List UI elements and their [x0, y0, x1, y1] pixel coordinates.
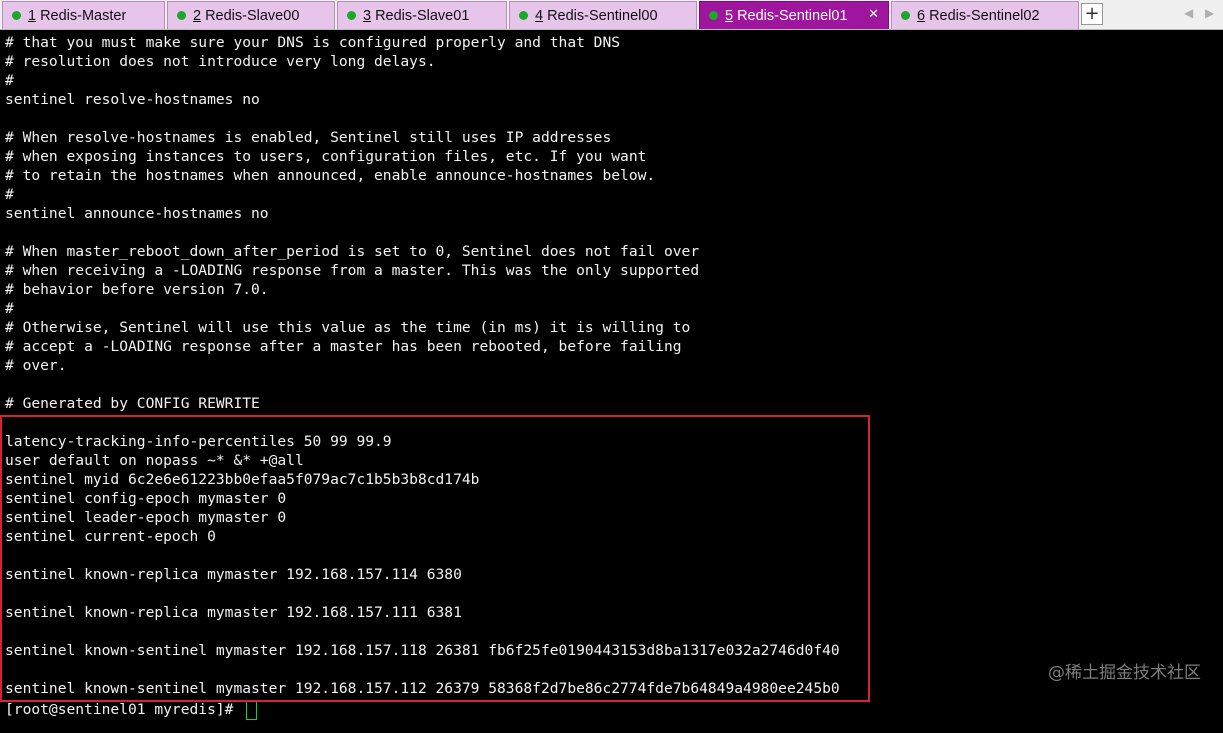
- tab-number: 5: [725, 7, 734, 24]
- terminal-line: #: [5, 72, 14, 89]
- terminal-line: # Otherwise, Sentinel will use this valu…: [5, 319, 691, 336]
- tab-redis-sentinel01[interactable]: 5 Redis-Sentinel01 ✕: [699, 1, 889, 29]
- new-tab-button[interactable]: +: [1081, 3, 1103, 25]
- tab-number: 3: [363, 7, 372, 24]
- tab-title: Redis-Sentinel01: [737, 7, 848, 24]
- terminal-line: #: [5, 186, 14, 203]
- highlight-annotation: [0, 415, 870, 702]
- terminal-line: # When master_reboot_down_after_period i…: [5, 243, 700, 260]
- connected-status-icon: [12, 11, 21, 20]
- terminal-line: # over.: [5, 357, 67, 374]
- connected-status-icon: [901, 11, 910, 20]
- tab-title: Redis-Slave01: [375, 7, 470, 24]
- tab-redis-sentinel02[interactable]: 6 Redis-Sentinel02: [891, 1, 1079, 29]
- tab-number: 2: [193, 7, 202, 24]
- terminal-line: # resolution does not introduce very lon…: [5, 53, 436, 70]
- terminal-line: # when receiving a -LOADING response fro…: [5, 262, 700, 279]
- tab-title: Redis-Sentinel02: [929, 7, 1040, 24]
- connected-status-icon: [519, 11, 528, 20]
- terminal-line: #: [5, 300, 14, 317]
- close-tab-icon[interactable]: ✕: [868, 6, 879, 22]
- scroll-tabs-right-icon[interactable]: ▶: [1205, 6, 1214, 20]
- shell-prompt: [root@sentinel01 myredis]#: [5, 701, 243, 718]
- terminal-line: # Generated by CONFIG REWRITE: [5, 395, 260, 412]
- watermark: @稀土掘金技术社区: [1048, 663, 1201, 683]
- connected-status-icon: [347, 11, 356, 20]
- tab-number: 6: [917, 7, 926, 24]
- terminal-line: # that you must make sure your DNS is co…: [5, 34, 621, 51]
- scroll-tabs-left-icon[interactable]: ◀: [1184, 6, 1193, 20]
- terminal-line: # accept a -LOADING response after a mas…: [5, 338, 682, 355]
- connected-status-icon: [177, 11, 186, 20]
- tab-redis-slave01[interactable]: 3 Redis-Slave01: [337, 1, 507, 29]
- terminal-line: # when exposing instances to users, conf…: [5, 148, 647, 165]
- tab-redis-sentinel00[interactable]: 4 Redis-Sentinel00: [509, 1, 697, 29]
- terminal-line: # behavior before version 7.0.: [5, 281, 269, 298]
- terminal-line: sentinel announce-hostnames no: [5, 205, 269, 222]
- terminal-line: sentinel resolve-hostnames no: [5, 91, 260, 108]
- terminal-line: # When resolve-hostnames is enabled, Sen…: [5, 129, 612, 146]
- tab-title: Redis-Master: [40, 7, 127, 24]
- tab-redis-master[interactable]: 1 Redis-Master: [2, 1, 165, 29]
- terminal-output[interactable]: # that you must make sure your DNS is co…: [0, 30, 1223, 733]
- tab-bar: 1 Redis-Master 2 Redis-Slave00 3 Redis-S…: [0, 0, 1223, 30]
- tab-title: Redis-Slave00: [205, 7, 300, 24]
- connected-status-icon: [709, 11, 718, 20]
- tab-number: 1: [28, 7, 37, 24]
- tab-title: Redis-Sentinel00: [547, 7, 658, 24]
- text-cursor: [246, 701, 257, 720]
- terminal-line: # to retain the hostnames when announced…: [5, 167, 656, 184]
- tab-number: 4: [535, 7, 544, 24]
- tab-redis-slave00[interactable]: 2 Redis-Slave00: [167, 1, 335, 29]
